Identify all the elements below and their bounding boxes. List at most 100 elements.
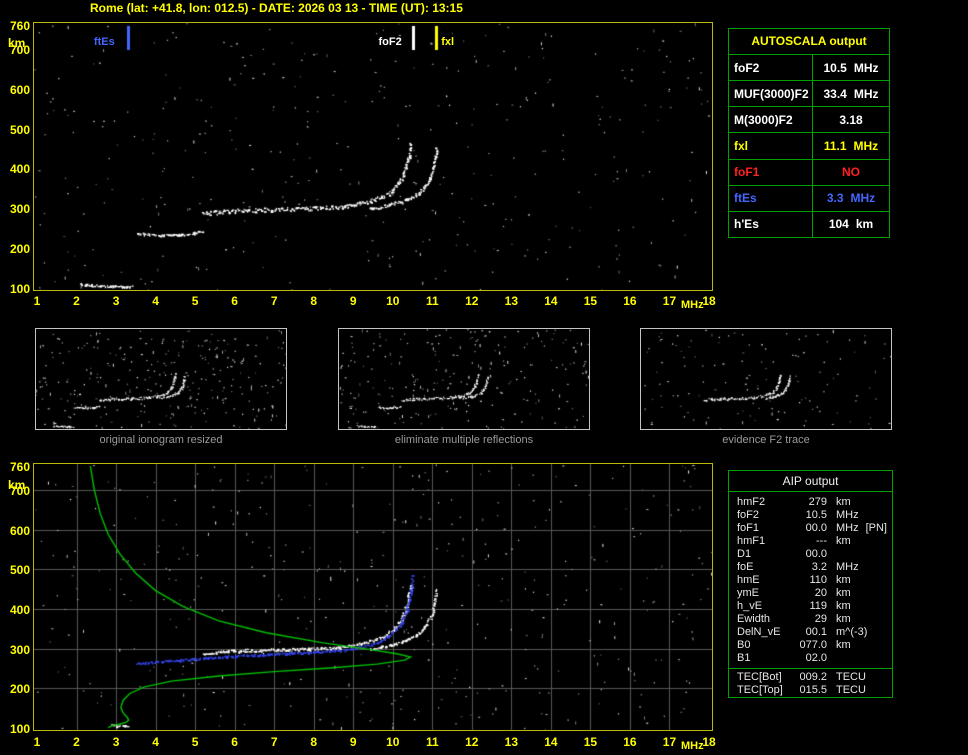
autoscala-param-label: M(3000)F2 xyxy=(729,107,813,133)
autoscala-param-label: foF1 xyxy=(729,159,813,185)
aip-param-value: 10.5 xyxy=(805,509,827,521)
autoscala-param-value: 33.4 MHz xyxy=(813,81,889,106)
aip-param-value: 00.0 xyxy=(805,522,827,534)
param-value: 10.5 xyxy=(823,60,847,75)
y-tick-label: 400 xyxy=(9,162,30,177)
aip-row-D1: D1 00.0 xyxy=(729,548,892,561)
thumbnail-original-canvas xyxy=(36,329,286,429)
x-tick-label: 14 xyxy=(544,735,558,749)
autoscala-param-label: foF2 xyxy=(729,55,813,81)
thumbnail-original-ionogram xyxy=(35,328,287,430)
param-unit: MHz xyxy=(853,138,879,153)
y-tick-label: 500 xyxy=(9,563,30,578)
aip-param-name: Ewidth xyxy=(737,613,771,625)
param-value: NO xyxy=(842,165,860,180)
autoscala-row-h'Es: h'Es 104 km xyxy=(729,211,889,237)
bottom-ionogram-canvas xyxy=(34,464,712,730)
aip-row-foF1: foF1 00.0 MHz [PN] xyxy=(729,522,892,535)
aip-param-name: foF2 xyxy=(737,509,760,521)
y-tick-label: 760 xyxy=(9,460,30,474)
caption-evidence-f2: evidence F2 trace xyxy=(722,434,810,446)
aip-param-unit: km xyxy=(836,600,851,612)
autoscala-row-M(3000)F2: M(3000)F2 3.18 xyxy=(729,107,889,134)
x-tick-label: 7 xyxy=(270,294,278,308)
aip-param-value: 279 xyxy=(808,496,827,508)
param-value: 3.3 xyxy=(826,191,844,206)
x-tick-label: 7 xyxy=(270,735,278,749)
x-tick-label: 10 xyxy=(386,294,400,308)
aip-param-value: 00.1 xyxy=(805,626,827,638)
aip-param-unit: km xyxy=(836,496,851,508)
aip-param-unit: MHz xyxy=(836,509,859,521)
foF2-marker-label: foF2 xyxy=(378,36,402,48)
aip-param-name: D1 xyxy=(737,548,752,560)
aip-row-hmE: hmE 110 km xyxy=(729,574,892,587)
x-tick-label: 2 xyxy=(73,735,80,749)
y-tick-label: 200 xyxy=(9,242,30,257)
x-tick-label: 9 xyxy=(349,735,357,749)
caption-original-ionogram: original ionogram resized xyxy=(99,434,223,446)
x-tick-label: 4 xyxy=(152,735,159,749)
param-unit: MHz xyxy=(853,60,879,75)
x-tick-label: 10 xyxy=(386,735,400,749)
autoscala-row-MUF(3000)F2: MUF(3000)F2 33.4 MHz xyxy=(729,81,889,108)
y-tick-label: 300 xyxy=(9,202,30,217)
top-y-axis-unit: km xyxy=(8,36,26,50)
autoscala-output-table: AUTOSCALA output foF2 10.5 MHz MUF(3000)F2 3… xyxy=(728,28,890,238)
x-tick-label: 16 xyxy=(623,294,637,308)
y-tick-label: 600 xyxy=(9,523,30,538)
autoscala-param-label: MUF(3000)F2 xyxy=(729,81,813,107)
x-tick-label: 11 xyxy=(425,294,439,308)
param-unit: MHz xyxy=(853,86,879,101)
x-tick-label: 12 xyxy=(465,294,479,308)
aip-row-DelN_vE: DelN_vE 00.1 m^(-3) xyxy=(729,626,892,639)
aip-param-value: 3.2 xyxy=(811,561,827,573)
aip-param-value: 015.5 xyxy=(799,684,827,696)
autoscala-row-foF1: foF1 NO xyxy=(729,159,889,186)
aip-param-name: B0 xyxy=(737,639,751,651)
bottom-y-axis-unit: km xyxy=(8,478,26,492)
aip-param-extra: [PN] xyxy=(865,522,887,534)
x-tick-label: 1 xyxy=(33,735,41,749)
aip-param-unit xyxy=(827,652,836,665)
autoscala-param-value: 104 km xyxy=(813,212,889,237)
x-tick-label: 15 xyxy=(583,294,598,308)
param-name: MUF(3000)F2 xyxy=(734,86,809,101)
aip-param-name: ymE xyxy=(737,587,759,599)
y-tick-label: 200 xyxy=(9,682,30,697)
aip-param-unit: TECU xyxy=(836,671,866,683)
param-unit: km xyxy=(855,217,874,232)
aip-row-hmF2: hmF2 279 km xyxy=(729,496,892,509)
autoscala-param-value: 3.3 MHz xyxy=(813,186,889,211)
param-name: foF1 xyxy=(734,165,760,180)
x-tick-label: 2 xyxy=(73,294,80,308)
autoscala-param-label: fxl xyxy=(729,133,813,159)
aip-param-unit: MHz xyxy=(836,522,859,534)
aip-row-TEC[Top]: TEC[Top] 015.5 TECU xyxy=(729,684,892,697)
aip-param-value: 00.0 xyxy=(805,548,827,560)
param-name: foF2 xyxy=(734,60,760,75)
autoscala-row-foF2: foF2 10.5 MHz xyxy=(729,55,889,82)
y-tick-label: 300 xyxy=(9,642,30,657)
aip-param-value: --- xyxy=(816,535,827,547)
aip-param-name: h_vE xyxy=(737,600,763,612)
aip-param-value: 20 xyxy=(814,587,827,599)
top-x-axis-unit: MHz xyxy=(681,299,704,311)
aip-row-B0: B0 077.0 km xyxy=(729,639,892,652)
x-tick-label: 9 xyxy=(349,294,357,308)
x-tick-label: 16 xyxy=(623,735,637,749)
top-ionogram-canvas xyxy=(34,23,712,290)
x-tick-label: 13 xyxy=(504,294,519,308)
aip-rows: hmF2 279 km foF2 10.5 MHz foF1 00.0 MHz [PN] hmF1 -… xyxy=(729,492,892,665)
aip-table-title: AIP output xyxy=(729,471,892,492)
fxl-marker-label: fxl xyxy=(441,36,455,48)
x-tick-label: 5 xyxy=(191,735,199,749)
aip-param-value: 110 xyxy=(809,574,827,586)
aip-param-unit: m^(-3) xyxy=(836,626,868,638)
param-name: fxl xyxy=(734,138,749,153)
ftEs-marker-label: ftEs xyxy=(93,36,115,48)
autoscala-param-value: 10.5 MHz xyxy=(813,55,889,80)
aip-row-foE: foE 3.2 MHz xyxy=(729,561,892,574)
aip-param-value: 02.0 xyxy=(805,652,827,664)
x-tick-label: 3 xyxy=(112,294,120,308)
